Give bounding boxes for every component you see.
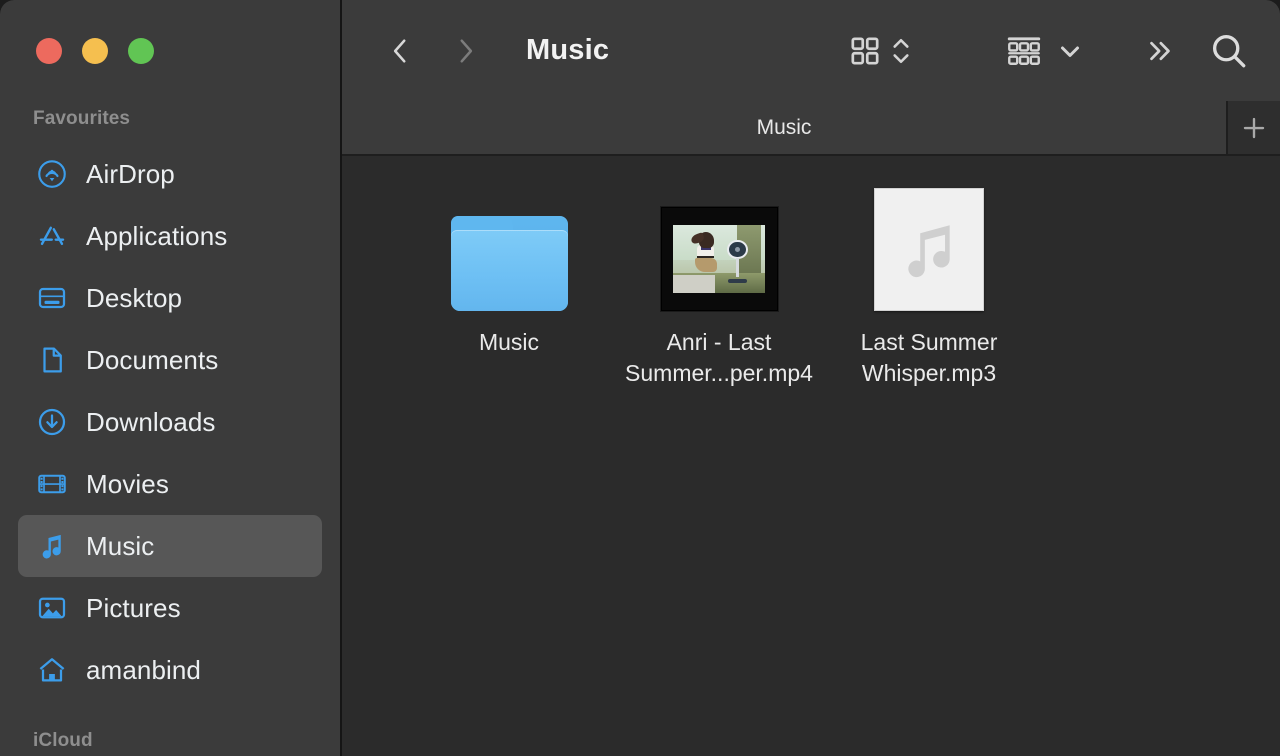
group-by-icon[interactable]	[1004, 34, 1044, 68]
navigation-buttons	[382, 33, 484, 69]
double-chevron-right-icon[interactable]	[1142, 34, 1178, 68]
icon-view-grid-icon[interactable]	[848, 34, 882, 68]
folder-icon	[450, 216, 568, 311]
tab-bar: Music	[342, 101, 1280, 156]
file-item-audio[interactable]: Last Summer Whisper.mp3	[824, 186, 1034, 388]
tab-label: Music	[756, 115, 812, 139]
new-tab-button[interactable]	[1228, 101, 1280, 154]
sidebar-section-favourites: Favourites	[33, 108, 131, 129]
minimize-button[interactable]	[82, 38, 108, 64]
downloads-icon	[36, 406, 68, 438]
sidebar-item-downloads[interactable]: Downloads	[18, 391, 322, 453]
sidebar-section-icloud: iCloud	[33, 730, 93, 751]
sidebar-item-movies[interactable]: Movies	[18, 453, 322, 515]
sidebar-item-label: AirDrop	[86, 158, 175, 189]
folder-thumbnail	[450, 186, 568, 311]
documents-icon	[36, 344, 68, 376]
maximize-button[interactable]	[128, 38, 154, 64]
desktop-icon	[36, 282, 68, 314]
sidebar-item-documents[interactable]: Documents	[18, 329, 322, 391]
file-item-video[interactable]: Anri - Last Summer...per.mp4	[614, 186, 824, 388]
file-item-folder[interactable]: Music	[404, 186, 614, 388]
traffic-lights	[36, 38, 154, 64]
applications-icon	[36, 220, 68, 252]
file-name-label: Anri - Last Summer...per.mp4	[625, 329, 813, 386]
sidebar-list: AirDrop Applications Desktop Documents D…	[18, 143, 322, 701]
search-icon[interactable]	[1208, 30, 1250, 72]
file-name-label: Last Summer Whisper.mp3	[860, 329, 998, 386]
toolbar-right-group	[848, 0, 1280, 101]
file-row: Music Anri - Last Summer...per.mp4 Last …	[342, 186, 1280, 388]
sidebar-item-amanbind[interactable]: amanbind	[18, 639, 322, 701]
chevron-down-icon[interactable]	[1058, 39, 1082, 63]
forward-button[interactable]	[448, 33, 484, 69]
finder-window: Favourites AirDrop Applications Desktop …	[0, 0, 1280, 756]
chevron-up-down-icon[interactable]	[890, 32, 912, 70]
movies-icon	[36, 468, 68, 500]
video-thumbnail	[660, 186, 778, 311]
sidebar-item-label: Desktop	[86, 282, 183, 313]
toolbar: Music	[342, 0, 1280, 101]
sidebar-item-pictures[interactable]: Pictures	[18, 577, 322, 639]
file-grid[interactable]: Music Anri - Last Summer...per.mp4 Last …	[342, 156, 1280, 756]
sidebar-item-label: Documents	[86, 344, 219, 375]
page-title: Music	[526, 34, 610, 66]
sidebar-item-applications[interactable]: Applications	[18, 205, 322, 267]
sidebar-item-label: Movies	[86, 468, 169, 499]
sidebar-item-label: amanbind	[86, 654, 201, 685]
sidebar-item-label: Applications	[86, 220, 228, 251]
music-note-icon	[874, 188, 984, 311]
sidebar-item-music[interactable]: Music	[18, 515, 322, 577]
music-icon	[36, 530, 68, 562]
home-icon	[36, 654, 68, 686]
audio-thumbnail	[874, 186, 984, 311]
sidebar-item-label: Downloads	[86, 406, 216, 437]
back-button[interactable]	[382, 33, 418, 69]
sidebar-item-label: Pictures	[86, 592, 181, 623]
file-name-label: Music	[478, 329, 540, 355]
sidebar-item-airdrop[interactable]: AirDrop	[18, 143, 322, 205]
tab-music[interactable]: Music	[342, 101, 1226, 154]
pictures-icon	[36, 592, 68, 624]
airdrop-icon	[36, 158, 68, 190]
main-pane: Music Music Music Anri - Last Summer...p…	[340, 0, 1280, 756]
sidebar: Favourites AirDrop Applications Desktop …	[0, 0, 340, 756]
close-button[interactable]	[36, 38, 62, 64]
video-preview-icon	[660, 207, 778, 311]
sidebar-item-desktop[interactable]: Desktop	[18, 267, 322, 329]
sidebar-item-label: Music	[86, 530, 155, 561]
